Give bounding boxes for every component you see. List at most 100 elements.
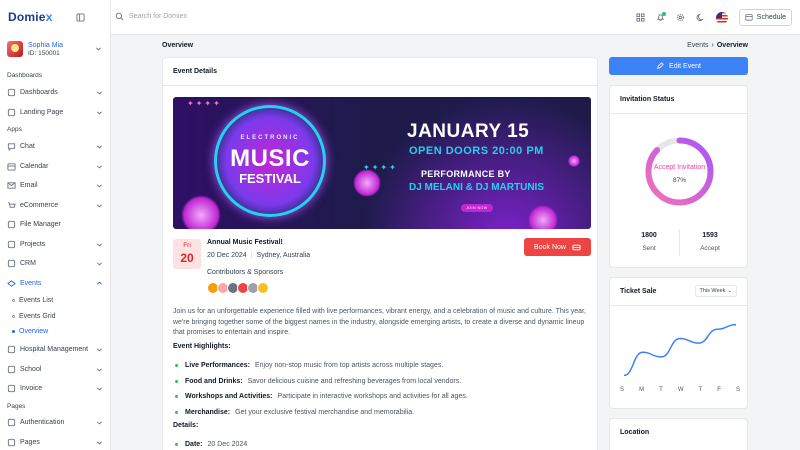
projects-icon: [7, 240, 16, 249]
notification-icon[interactable]: [656, 12, 666, 22]
events-icon: [7, 279, 16, 288]
chevron-down-icon: ⌄: [727, 288, 732, 294]
topbar: Search for Domiex Schedule: [111, 0, 800, 35]
chevron-down-icon: [96, 366, 103, 373]
sidebar-item-label: Hospital Management: [20, 346, 89, 354]
sidebar-subitem-events-grid[interactable]: Events Grid: [0, 309, 110, 325]
event-day-of-week: Fri: [183, 242, 191, 249]
banner-festival: FESTIVAL: [239, 171, 301, 186]
hospital-icon: [7, 345, 16, 354]
bullet-dot-icon: [12, 314, 15, 318]
bullet-icon: [175, 410, 178, 414]
sidebar-item-events[interactable]: Events: [0, 274, 110, 294]
crm-icon: [7, 259, 16, 268]
logo[interactable]: Domiex: [8, 10, 53, 24]
pages-icon: [7, 438, 16, 447]
page-title: Overview: [162, 42, 194, 49]
sidebar-item-dashboards[interactable]: Dashboards: [0, 83, 110, 103]
dashboard-icon: [7, 88, 16, 97]
sidebar-item-authentication[interactable]: Authentication: [0, 413, 110, 433]
sidebar-item-invoice[interactable]: Invoice: [0, 379, 110, 399]
schedule-button[interactable]: Schedule: [738, 9, 792, 26]
chevron-down-icon: [96, 419, 103, 426]
sidebar-subitem-events-list[interactable]: Events List: [0, 293, 110, 309]
sidebar-item-label: Chat: [20, 143, 35, 151]
sidebar-item-label: File Manager: [20, 221, 61, 229]
chevron-down-icon: [96, 89, 103, 96]
dark-mode-moon-icon[interactable]: [696, 13, 705, 22]
event-day: 20: [180, 251, 194, 265]
bullet-icon: [175, 395, 178, 399]
banner-join-button: JOIN NOW: [461, 204, 493, 212]
sidebar-item-school[interactable]: School: [0, 360, 110, 380]
sidebar-item-hospital-management[interactable]: Hospital Management: [0, 340, 110, 360]
bullet-dot-icon: [12, 330, 15, 334]
sidebar-item-pages[interactable]: Pages: [0, 433, 110, 450]
cart-icon: [7, 201, 16, 210]
contributors-label: Contributors & Sponsors: [207, 269, 284, 276]
chevron-down-icon: [96, 260, 103, 267]
sidebar-item-label: Calendar: [20, 162, 49, 170]
breadcrumb-current: Overview: [716, 42, 748, 49]
banner-performance: PERFORMANCE BY: [421, 169, 511, 179]
search-input[interactable]: Search for Domiex: [115, 12, 187, 21]
list-item: Date: 20 Dec 2024: [173, 437, 247, 450]
sidebar-toggle-icon[interactable]: [76, 13, 85, 22]
language-flag-icon[interactable]: [715, 11, 728, 24]
ticket-sale-chart: [623, 323, 737, 377]
book-now-button[interactable]: Book Now: [524, 238, 591, 256]
chevron-down-icon: [96, 182, 103, 189]
sidebar-subitem-overview[interactable]: Overview: [0, 324, 110, 340]
invoice-icon: [7, 384, 16, 393]
meta-separator: |: [250, 252, 253, 259]
edit-event-button[interactable]: Edit Event: [609, 57, 748, 75]
sidebar-item-label: Dashboards: [20, 89, 58, 97]
contributor-avatar[interactable]: [257, 282, 269, 294]
sidebar-item-crm[interactable]: CRM: [0, 254, 110, 274]
chevron-down-icon: [96, 241, 103, 248]
chart-x-axis: SMTWTFS: [620, 387, 740, 393]
sidebar-item-email[interactable]: Email: [0, 176, 110, 196]
sidebar-item-file-manager[interactable]: File Manager: [0, 215, 110, 235]
sidebar: Domiex Sophia Mia ID: 150001 Dashboards …: [0, 0, 111, 450]
search-icon: [115, 12, 124, 21]
highlights-title: Event Highlights:: [173, 343, 231, 350]
ticket-sale-card: Ticket Sale This Week ⌄ S M T W T F S: [609, 277, 748, 409]
sidebar-item-label: Landing Page: [20, 108, 64, 116]
invitation-donut: Accept Invitation 87%: [644, 136, 715, 207]
stat-sent: 1800 Sent: [641, 232, 657, 252]
x-tick-label: S: [735, 387, 740, 393]
section-label: Dashboards: [7, 72, 43, 79]
settings-gear-icon[interactable]: [676, 13, 685, 22]
list-item: Workshops and Activities: Participate in …: [173, 389, 593, 405]
user-profile[interactable]: Sophia Mia ID: 150001: [7, 41, 104, 57]
breadcrumb-parent[interactable]: Events: [687, 42, 708, 49]
range-dropdown[interactable]: This Week ⌄: [694, 285, 737, 297]
list-item: Live Performances: Enjoy non-stop music f…: [173, 358, 593, 374]
sidebar-item-calendar[interactable]: Calendar: [0, 157, 110, 177]
event-description: Join us for an unforgettable experience …: [173, 308, 586, 336]
banner-date: JANUARY 15: [407, 121, 530, 142]
sidebar-item-label: Email: [20, 182, 38, 190]
breadcrumb: Events › Overview: [687, 42, 748, 49]
school-icon: [7, 365, 16, 374]
x-tick-label: W: [677, 387, 684, 393]
apps-grid-icon[interactable]: [636, 13, 645, 22]
sidebar-item-landing-page[interactable]: Landing Page: [0, 103, 110, 123]
x-tick-label: S: [620, 387, 625, 393]
sidebar-item-ecommerce[interactable]: eCommerce: [0, 196, 110, 216]
chevron-down-icon: [96, 346, 103, 353]
sidebar-item-chat[interactable]: Chat: [0, 137, 110, 157]
x-tick-label: F: [717, 387, 721, 393]
chevron-down-icon: [96, 143, 103, 150]
sidebar-item-projects[interactable]: Projects: [0, 235, 110, 255]
details-list: Date: 20 Dec 2024: [173, 437, 247, 450]
section-label: Pages: [7, 403, 26, 410]
bullet-icon: [175, 364, 178, 368]
calendar-icon: [7, 162, 16, 171]
event-location: Sydney, Australia: [256, 252, 311, 259]
sidebar-item-label: Invoice: [20, 385, 43, 393]
breadcrumb-separator-icon: ›: [711, 42, 714, 49]
card-title: Event Details: [163, 58, 597, 86]
stat-accept: 1593 Accept: [700, 232, 720, 252]
